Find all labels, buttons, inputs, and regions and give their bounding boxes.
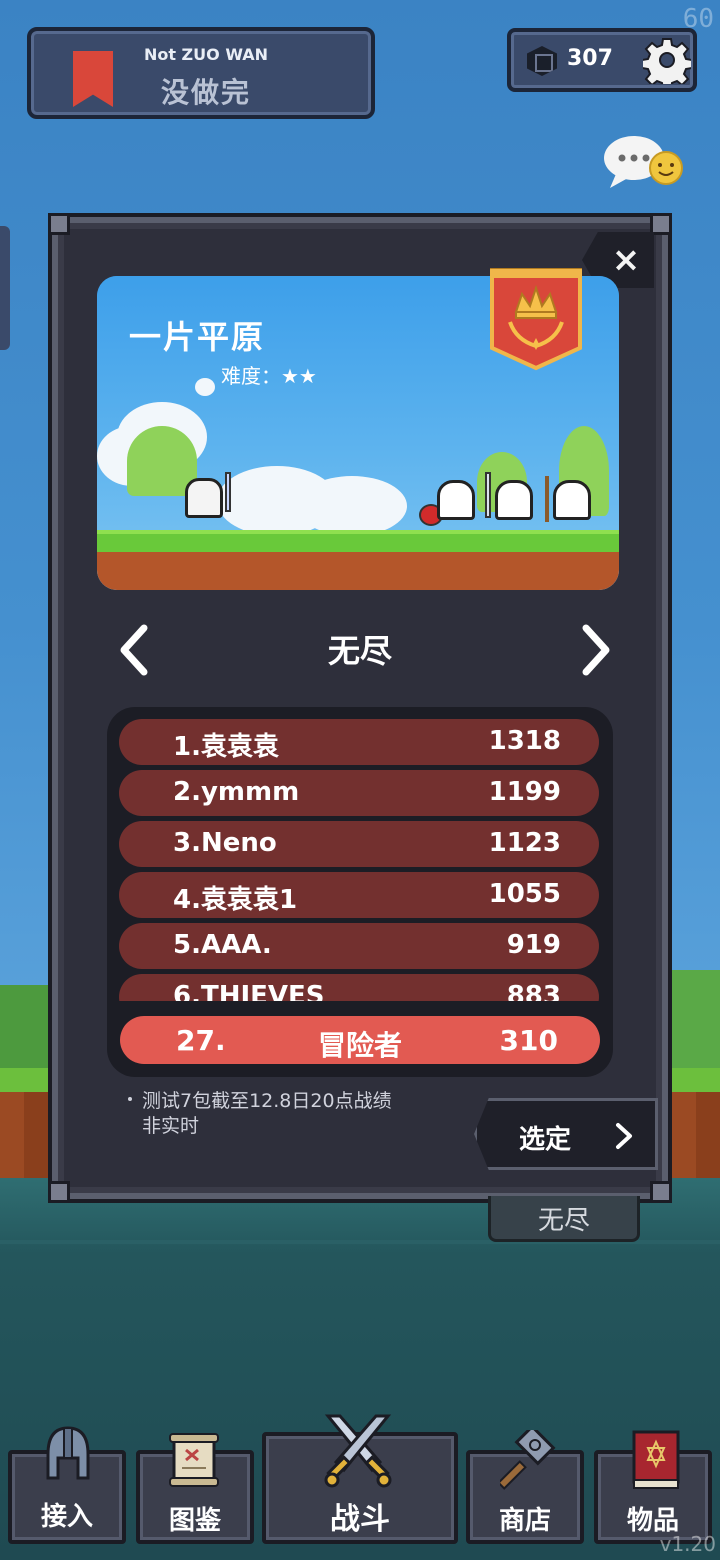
currency-plate: 307 xyxy=(507,28,697,92)
select-button[interactable]: 选定 xyxy=(474,1098,658,1170)
row-score: 1199 xyxy=(488,777,561,807)
row-score: 883 xyxy=(506,981,561,1001)
leaderboard-row: 4.袁袁袁1 1055 xyxy=(119,872,599,918)
map-name: 一片平原 xyxy=(129,318,266,356)
difficulty-label: 难度： xyxy=(221,364,281,388)
knight-character xyxy=(185,478,223,518)
map-difficulty: 难度：★★ xyxy=(221,360,317,389)
title-chinese: 没做完 xyxy=(160,76,251,109)
chevron-right-icon xyxy=(616,1123,632,1149)
knight-sword xyxy=(225,472,231,512)
leaderboard-note: 测试7包截至12.8日20点战绩 非实时 xyxy=(126,1089,446,1139)
spellbook-icon xyxy=(632,1430,680,1489)
row-rank: 6. xyxy=(173,981,201,1001)
title-english: Not ZUO WAN xyxy=(143,45,269,64)
cloud xyxy=(297,476,407,536)
row-rank: 4. xyxy=(173,885,201,915)
nav-label: 商店 xyxy=(498,1506,551,1536)
leaderboard-row: 5.AAA. 919 xyxy=(119,923,599,969)
prev-mode-arrow-icon[interactable] xyxy=(114,622,154,678)
leaderboard-row: 6.THIEVES 883 xyxy=(119,974,599,1001)
row-name: THIEVES xyxy=(200,981,325,1001)
enemy-character xyxy=(437,480,475,520)
modal-corner xyxy=(48,1181,70,1203)
map-grass xyxy=(97,530,619,552)
row-name: Neno xyxy=(200,828,277,858)
level-title-plate[interactable]: Not ZUO WAN 没做完 xyxy=(27,27,375,119)
mode-tag[interactable]: 无尽 xyxy=(488,1196,640,1242)
note-line-1: 测试7包截至12.8日20点战绩 xyxy=(142,1090,392,1112)
row-score: 919 xyxy=(506,930,561,960)
map-dirt xyxy=(97,552,619,590)
row-name: 袁袁袁 xyxy=(200,732,279,762)
note-line-2: 非实时 xyxy=(142,1115,200,1137)
next-mode-arrow-icon[interactable] xyxy=(576,622,616,678)
hammer-icon xyxy=(500,1430,556,1490)
enemy-sword xyxy=(485,472,491,518)
row-rank: 3. xyxy=(173,828,201,858)
leaderboard-row: 1.袁袁袁 1318 xyxy=(119,719,599,765)
row-rank: 5. xyxy=(173,930,201,960)
row-name: 袁袁袁1 xyxy=(200,885,298,915)
enemy-character xyxy=(495,480,533,520)
nav-battle[interactable]: 战斗 xyxy=(262,1414,458,1544)
row-score: 1055 xyxy=(488,879,561,909)
nav-shop[interactable]: 商店 xyxy=(466,1430,584,1544)
enemy-bow xyxy=(545,476,549,522)
difficulty-stars: ★★ xyxy=(281,364,317,388)
nav-label: 战斗 xyxy=(330,1502,390,1537)
version-label: v1.20 xyxy=(659,1532,716,1556)
helmet-icon xyxy=(46,1426,90,1480)
row-name: ymmm xyxy=(200,777,300,807)
modal-corner xyxy=(650,1181,672,1203)
row-name: AAA. xyxy=(200,930,272,960)
enemy-character xyxy=(553,480,591,520)
nav-codex[interactable]: 图鉴 xyxy=(136,1433,254,1544)
nav-label: 接入 xyxy=(40,1502,93,1532)
crown-banner-icon xyxy=(490,268,582,371)
nav-access[interactable]: 接入 xyxy=(8,1426,126,1544)
row-rank: 2. xyxy=(173,777,201,807)
my-rank-row: 27. 冒险者 310 xyxy=(120,1016,600,1064)
left-side-tab[interactable] xyxy=(0,226,10,350)
modal-corner xyxy=(650,213,672,235)
close-icon: × xyxy=(611,240,641,280)
mode-title: 无尽 xyxy=(327,632,392,670)
leaderboard-scroll[interactable]: 1.袁袁袁 1318 2.ymmm 1199 3.Neno 1123 4.袁袁袁… xyxy=(107,707,613,1001)
gear-icon[interactable] xyxy=(643,36,691,84)
leaderboard-row: 3.Neno 1123 xyxy=(119,821,599,867)
currency-value: 307 xyxy=(567,46,613,71)
my-score: 310 xyxy=(499,1024,558,1057)
chat-emoji-icon[interactable] xyxy=(602,134,684,190)
select-label: 选定 xyxy=(519,1125,572,1155)
row-rank: 1. xyxy=(173,732,201,762)
row-score: 1123 xyxy=(488,828,561,858)
crossed-swords-icon xyxy=(324,1414,392,1488)
nav-items[interactable]: 物品 xyxy=(594,1430,712,1544)
gem-icon xyxy=(527,46,557,76)
leaderboard-row: 2.ymmm 1199 xyxy=(119,770,599,816)
row-score: 1318 xyxy=(488,726,561,756)
cloud xyxy=(195,378,215,396)
nav-label: 图鉴 xyxy=(168,1506,221,1536)
scroll-icon xyxy=(169,1433,219,1487)
right-tree xyxy=(660,970,720,1070)
modal-corner xyxy=(48,213,70,235)
